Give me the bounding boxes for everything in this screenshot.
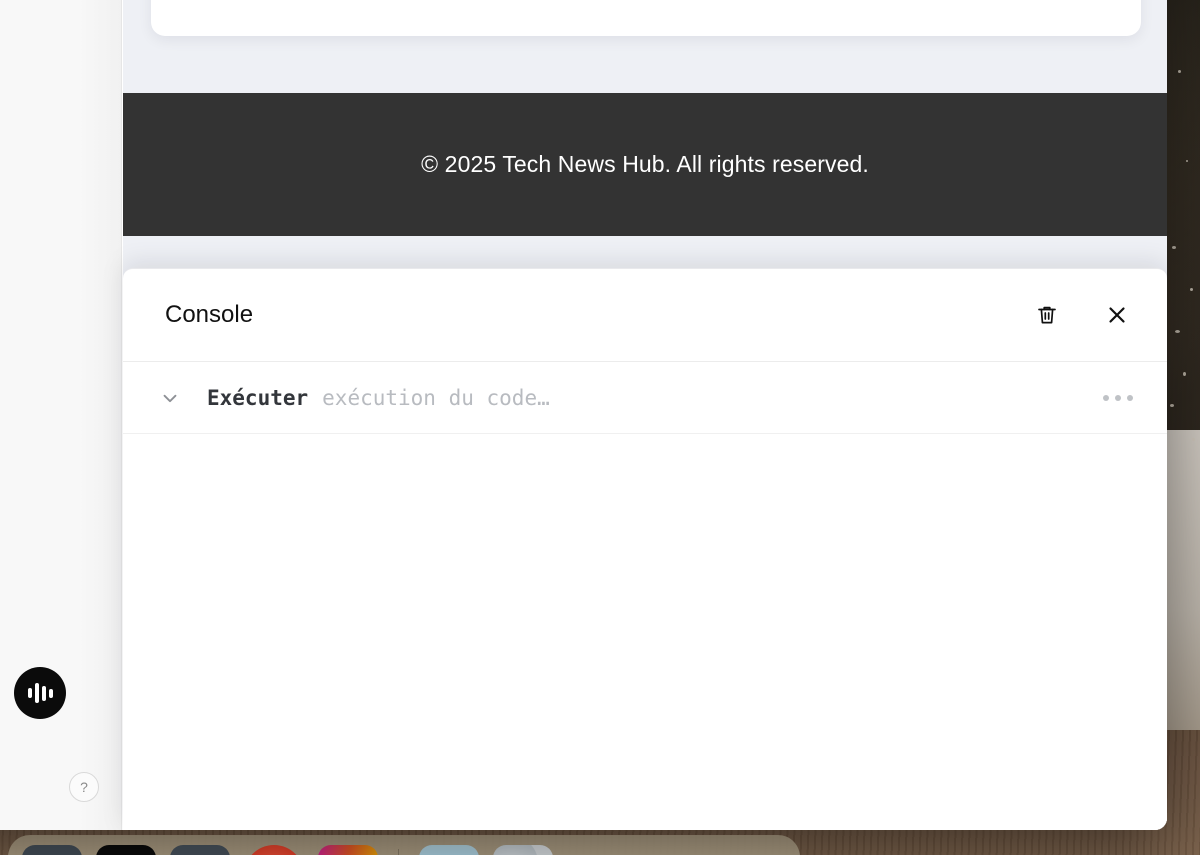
dock-icon-finder[interactable] <box>22 845 82 855</box>
trash-icon[interactable] <box>1031 299 1063 331</box>
mac-dock[interactable] <box>8 835 800 855</box>
dock-icon-slate-app[interactable] <box>170 845 230 855</box>
dock-icon-photos[interactable] <box>493 845 553 855</box>
dock-icon-terminal[interactable] <box>96 845 156 855</box>
dock-divider <box>398 849 399 855</box>
console-actions <box>1031 299 1133 331</box>
console-row-label: Exécuter <box>207 385 309 410</box>
console-row-detail: exécution du code… <box>322 385 550 410</box>
console-panel: Console Exécuter exécution du code… <box>123 268 1167 830</box>
help-icon[interactable]: ? <box>69 772 99 802</box>
dock-icon-blue-app[interactable] <box>419 845 479 855</box>
article-card: Meet the startups driving change in the … <box>151 0 1141 36</box>
chat-side-panel: tion nu en s s avez ir ! ? <box>0 0 122 830</box>
site-footer: © 2025 Tech News Hub. All rights reserve… <box>123 93 1167 236</box>
dock-icon-gradient-app[interactable] <box>318 845 378 855</box>
footer-copyright: © 2025 Tech News Hub. All rights reserve… <box>421 151 869 177</box>
console-title: Console <box>165 301 254 328</box>
console-header: Console <box>123 269 1167 362</box>
chevron-down-icon[interactable] <box>157 385 183 411</box>
close-icon[interactable] <box>1101 299 1133 331</box>
dock-icon-red-round-app[interactable] <box>244 845 304 855</box>
more-options-icon[interactable] <box>1103 394 1133 401</box>
screen: tion nu en s s avez ir ! ? Meet the star… <box>0 0 1200 855</box>
browser-window: tion nu en s s avez ir ! ? Meet the star… <box>0 0 1167 830</box>
console-output-area <box>123 434 1167 830</box>
console-log-row[interactable]: Exécuter exécution du code… <box>123 362 1167 434</box>
voice-waveform-icon[interactable] <box>14 667 66 719</box>
